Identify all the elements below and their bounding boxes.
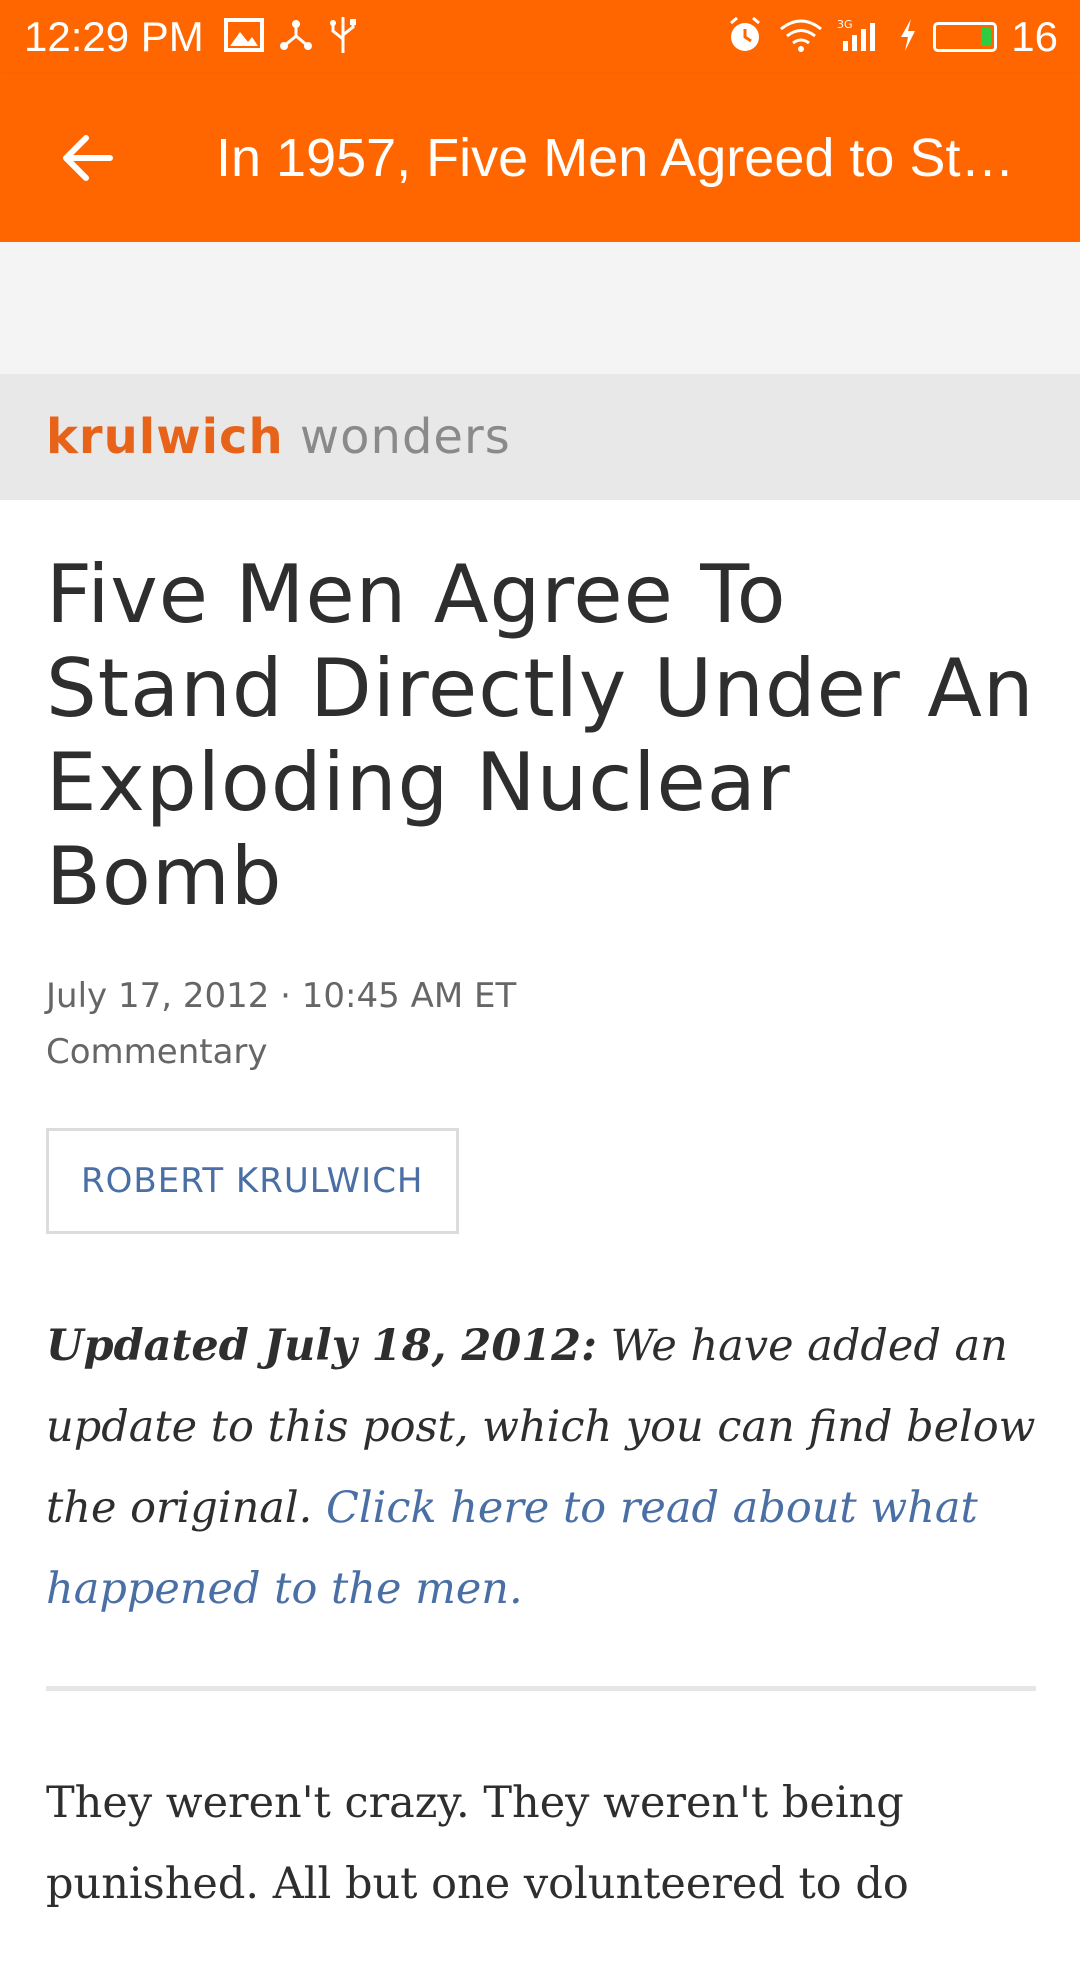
divider bbox=[46, 1686, 1036, 1691]
svg-text:3G: 3G bbox=[837, 18, 853, 31]
article-body: They weren't crazy. They weren't being p… bbox=[46, 1778, 909, 1909]
battery-icon bbox=[933, 22, 998, 52]
section-name-primary: krulwich bbox=[46, 409, 284, 465]
article-type: Commentary bbox=[46, 1032, 268, 1072]
section-name-secondary: wonders bbox=[299, 409, 511, 465]
status-time: 12:29 PM bbox=[24, 13, 204, 60]
signal-3g-icon: 3G bbox=[837, 17, 883, 57]
wifi-icon bbox=[779, 17, 823, 57]
page-title: In 1957, Five Men Agreed to Stand Direct… bbox=[216, 128, 1036, 188]
battery-level: 16 bbox=[1011, 13, 1058, 60]
alarm-icon bbox=[725, 15, 765, 59]
share-icon bbox=[278, 18, 314, 56]
section-header[interactable]: krulwich wonders bbox=[0, 374, 1080, 500]
image-icon bbox=[223, 18, 264, 56]
article: Five Men Agree To Stand Directly Under A… bbox=[46, 500, 1036, 1968]
back-button[interactable] bbox=[48, 118, 128, 198]
app-bar: In 1957, Five Men Agreed to Stand Direct… bbox=[0, 74, 1080, 242]
author-button[interactable]: ROBERT KRULWICH bbox=[46, 1128, 459, 1234]
usb-icon bbox=[328, 15, 358, 59]
arrow-left-icon bbox=[63, 135, 113, 181]
ad-placeholder bbox=[0, 242, 1080, 374]
update-note: Updated July 18, 2012: We have added an … bbox=[46, 1306, 1036, 1630]
article-headline: Five Men Agree To Stand Directly Under A… bbox=[46, 548, 1035, 923]
update-label: Updated July 18, 2012: bbox=[46, 1321, 597, 1371]
charging-icon bbox=[897, 17, 919, 57]
status-bar: 12:29 PM 3G 16 bbox=[0, 0, 1080, 74]
article-date: July 17, 2012 · 10:45 AM ET bbox=[46, 976, 517, 1016]
